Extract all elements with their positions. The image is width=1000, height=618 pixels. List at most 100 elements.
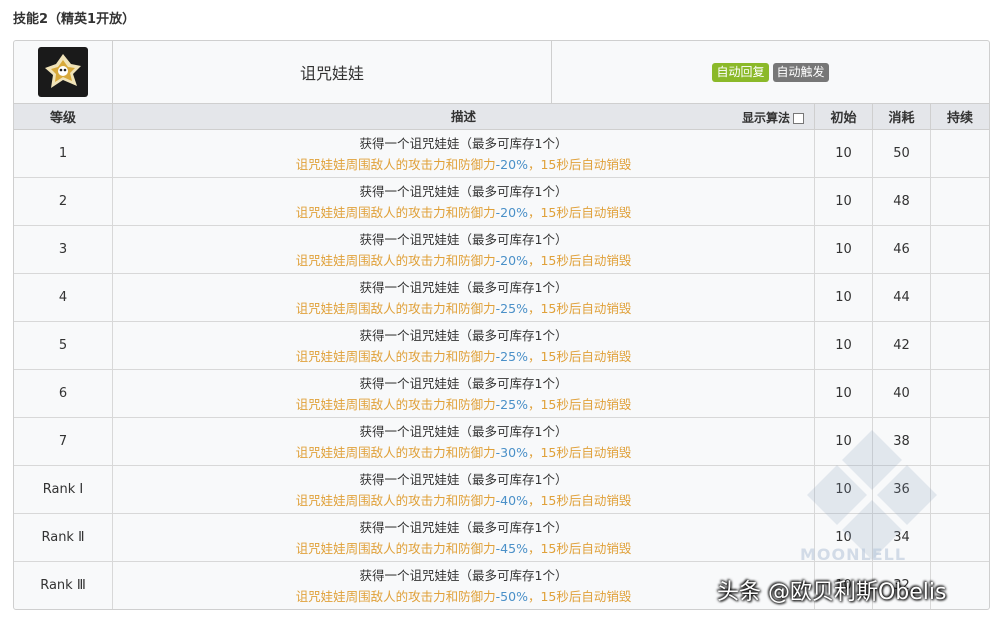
row-cost: 50: [873, 130, 931, 177]
row-duration: [931, 178, 989, 225]
effect-value: -50%: [495, 588, 528, 604]
row-level: Rank Ⅰ: [14, 466, 113, 513]
effect-suffix: ，15秒后自动销毁: [527, 348, 632, 364]
table-header: 等级 描述 显示算法 初始 消耗 持续: [14, 104, 989, 130]
row-duration: [931, 274, 989, 321]
row-duration: [931, 130, 989, 177]
table-row: 3 获得一个诅咒娃娃（最多可库存1个） 诅咒娃娃周围敌人的攻击力和防御力-20%，1…: [14, 226, 989, 274]
effect-text: 诅咒娃娃周围敌人的攻击力和防御力: [295, 252, 496, 268]
row-cost: 44: [873, 274, 931, 321]
row-description: 获得一个诅咒娃娃（最多可库存1个） 诅咒娃娃周围敌人的攻击力和防御力-20%，15…: [113, 130, 815, 177]
row-level: 4: [14, 274, 113, 321]
row-description: 获得一个诅咒娃娃（最多可库存1个） 诅咒娃娃周围敌人的攻击力和防御力-50%，15…: [113, 562, 815, 609]
show-algorithm-toggle[interactable]: 显示算法: [742, 108, 804, 129]
row-duration: [931, 322, 989, 369]
row-level: 3: [14, 226, 113, 273]
row-description: 获得一个诅咒娃娃（最多可库存1个） 诅咒娃娃周围敌人的攻击力和防御力-25%，15…: [113, 370, 815, 417]
effect-suffix: ，15秒后自动销毁: [527, 204, 632, 220]
skill-doll-icon: [38, 47, 88, 97]
row-duration: [931, 370, 989, 417]
effect-value: -20%: [495, 204, 528, 220]
row-duration: [931, 418, 989, 465]
description-line2: 诅咒娃娃周围敌人的攻击力和防御力-25%，15秒后自动销毁: [296, 298, 632, 319]
row-cost: 46: [873, 226, 931, 273]
effect-suffix: ，15秒后自动销毁: [527, 396, 632, 412]
row-cost: 36: [873, 466, 931, 513]
effect-text: 诅咒娃娃周围敌人的攻击力和防御力: [295, 444, 496, 460]
description-line1: 获得一个诅咒娃娃（最多可库存1个）: [359, 423, 568, 439]
description-line1: 获得一个诅咒娃娃（最多可库存1个）: [359, 135, 568, 151]
row-description: 获得一个诅咒娃娃（最多可库存1个） 诅咒娃娃周围敌人的攻击力和防御力-25%，15…: [113, 322, 815, 369]
table-row: 1 获得一个诅咒娃娃（最多可库存1个） 诅咒娃娃周围敌人的攻击力和防御力-20%，1…: [14, 130, 989, 178]
table-row: 2 获得一个诅咒娃娃（最多可库存1个） 诅咒娃娃周围敌人的攻击力和防御力-20%，1…: [14, 178, 989, 226]
watermark-text: MOONLELL: [800, 545, 907, 564]
skill-heading: 技能2（精英1开放）: [13, 12, 136, 27]
row-description: 获得一个诅咒娃娃（最多可库存1个） 诅咒娃娃周围敌人的攻击力和防御力-25%，15…: [113, 274, 815, 321]
row-cost: 38: [873, 418, 931, 465]
table-row: 6 获得一个诅咒娃娃（最多可库存1个） 诅咒娃娃周围敌人的攻击力和防御力-25%，1…: [14, 370, 989, 418]
row-duration: [931, 466, 989, 513]
effect-text: 诅咒娃娃周围敌人的攻击力和防御力: [295, 492, 496, 508]
row-duration: [931, 226, 989, 273]
header-level: 等级: [14, 104, 113, 129]
header-description: 描述 显示算法: [113, 104, 815, 129]
description-line1: 获得一个诅咒娃娃（最多可库存1个）: [359, 471, 568, 487]
effect-text: 诅咒娃娃周围敌人的攻击力和防御力: [295, 300, 496, 316]
header-initial: 初始: [815, 104, 873, 129]
effect-text: 诅咒娃娃周围敌人的攻击力和防御力: [295, 588, 496, 604]
effect-text: 诅咒娃娃周围敌人的攻击力和防御力: [295, 396, 496, 412]
row-duration: [931, 514, 989, 561]
header-cost: 消耗: [873, 104, 931, 129]
effect-suffix: ，15秒后自动销毁: [527, 252, 632, 268]
description-line1: 获得一个诅咒娃娃（最多可库存1个）: [359, 231, 568, 247]
row-initial: 10: [815, 274, 873, 321]
row-initial: 10: [815, 130, 873, 177]
row-level: 6: [14, 370, 113, 417]
effect-suffix: ，15秒后自动销毁: [527, 444, 632, 460]
skill-tags: 自动回复 自动触发: [552, 41, 989, 103]
description-line1: 获得一个诅咒娃娃（最多可库存1个）: [359, 519, 568, 535]
table-row: 4 获得一个诅咒娃娃（最多可库存1个） 诅咒娃娃周围敌人的攻击力和防御力-25%，1…: [14, 274, 989, 322]
effect-suffix: ，15秒后自动销毁: [527, 300, 632, 316]
row-initial: 10: [815, 418, 873, 465]
effect-value: -20%: [495, 252, 528, 268]
effect-text: 诅咒娃娃周围敌人的攻击力和防御力: [295, 204, 496, 220]
effect-value: -40%: [495, 492, 528, 508]
row-initial: 10: [815, 466, 873, 513]
description-line2: 诅咒娃娃周围敌人的攻击力和防御力-25%，15秒后自动销毁: [296, 346, 632, 367]
row-description: 获得一个诅咒娃娃（最多可库存1个） 诅咒娃娃周围敌人的攻击力和防御力-40%，15…: [113, 466, 815, 513]
effect-suffix: ，15秒后自动销毁: [527, 588, 632, 604]
effect-value: -25%: [495, 300, 528, 316]
header-duration: 持续: [946, 111, 973, 126]
effect-value: -25%: [495, 348, 528, 364]
skill-name: 诅咒娃娃: [113, 41, 552, 103]
effect-text: 诅咒娃娃周围敌人的攻击力和防御力: [295, 540, 496, 556]
table-body: 1 获得一个诅咒娃娃（最多可库存1个） 诅咒娃娃周围敌人的攻击力和防御力-20%，1…: [14, 130, 989, 609]
show-algorithm-label: 显示算法: [741, 111, 790, 125]
row-cost: 42: [873, 322, 931, 369]
row-description: 获得一个诅咒娃娃（最多可库存1个） 诅咒娃娃周围敌人的攻击力和防御力-20%，15…: [113, 178, 815, 225]
row-cost: 48: [873, 178, 931, 225]
show-algorithm-checkbox[interactable]: [793, 113, 804, 124]
description-line2: 诅咒娃娃周围敌人的攻击力和防御力-40%，15秒后自动销毁: [296, 490, 632, 511]
description-line2: 诅咒娃娃周围敌人的攻击力和防御力-25%，15秒后自动销毁: [296, 394, 632, 415]
effect-suffix: ，15秒后自动销毁: [527, 156, 632, 172]
table-row: 5 获得一个诅咒娃娃（最多可库存1个） 诅咒娃娃周围敌人的攻击力和防御力-25%，1…: [14, 322, 989, 370]
description-line1: 获得一个诅咒娃娃（最多可库存1个）: [359, 279, 568, 295]
description-line1: 获得一个诅咒娃娃（最多可库存1个）: [359, 183, 568, 199]
description-line1: 获得一个诅咒娃娃（最多可库存1个）: [359, 375, 568, 391]
row-level: Rank Ⅱ: [14, 514, 113, 561]
table-row: 7 获得一个诅咒娃娃（最多可库存1个） 诅咒娃娃周围敌人的攻击力和防御力-30%，1…: [14, 418, 989, 466]
description-line2: 诅咒娃娃周围敌人的攻击力和防御力-20%，15秒后自动销毁: [296, 202, 632, 223]
skill-icon-cell: [14, 41, 113, 103]
row-level: Rank Ⅲ: [14, 562, 113, 609]
description-line2: 诅咒娃娃周围敌人的攻击力和防御力-50%，15秒后自动销毁: [296, 586, 632, 607]
table-row: Rank Ⅰ 获得一个诅咒娃娃（最多可库存1个） 诅咒娃娃周围敌人的攻击力和防御力-…: [14, 466, 989, 514]
effect-value: -30%: [495, 444, 528, 460]
row-initial: 10: [815, 226, 873, 273]
row-description: 获得一个诅咒娃娃（最多可库存1个） 诅咒娃娃周围敌人的攻击力和防御力-20%，15…: [113, 226, 815, 273]
description-line2: 诅咒娃娃周围敌人的攻击力和防御力-20%，15秒后自动销毁: [296, 154, 632, 175]
description-line2: 诅咒娃娃周围敌人的攻击力和防御力-30%，15秒后自动销毁: [296, 442, 632, 463]
effect-text: 诅咒娃娃周围敌人的攻击力和防御力: [295, 348, 496, 364]
header-description-label: 描述: [450, 109, 476, 124]
